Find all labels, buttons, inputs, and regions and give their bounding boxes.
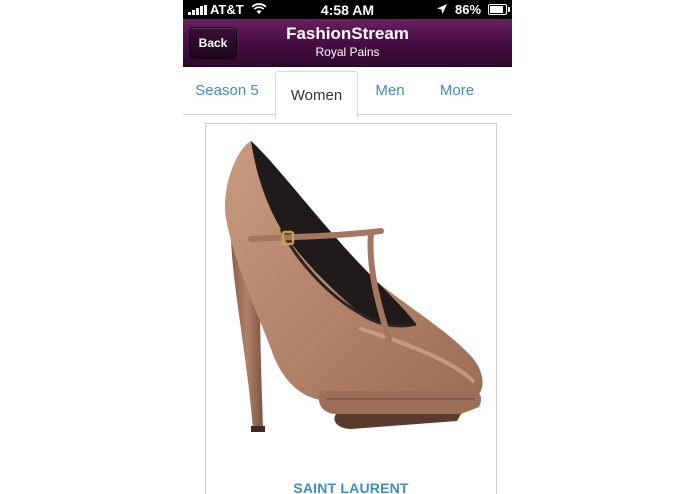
- category-tabs: Season 5 Women Men More: [183, 67, 512, 118]
- tab-women[interactable]: Women: [275, 71, 358, 118]
- tab-more[interactable]: More: [428, 67, 486, 114]
- brand-name[interactable]: SAINT LAURENT: [206, 480, 496, 494]
- battery-percentage: 86%: [455, 2, 482, 17]
- shoe-image: [225, 141, 483, 432]
- back-button[interactable]: Back: [189, 27, 237, 59]
- page-subtitle: Royal Pains: [315, 45, 380, 59]
- status-bar: AT&T 4:58 AM 86%: [183, 0, 512, 19]
- product-card[interactable]: SAINT LAURENT: [205, 123, 497, 494]
- battery-icon: [488, 4, 510, 15]
- page-title: FashionStream: [286, 24, 409, 43]
- navigation-bar: Back FashionStream Royal Pains: [183, 19, 512, 67]
- tab-season-5[interactable]: Season 5: [189, 67, 265, 114]
- location-arrow-icon: [437, 4, 447, 14]
- tab-men[interactable]: Men: [365, 67, 415, 114]
- app-screen: AT&T 4:58 AM 86% Back FashionStream Roya…: [183, 0, 512, 494]
